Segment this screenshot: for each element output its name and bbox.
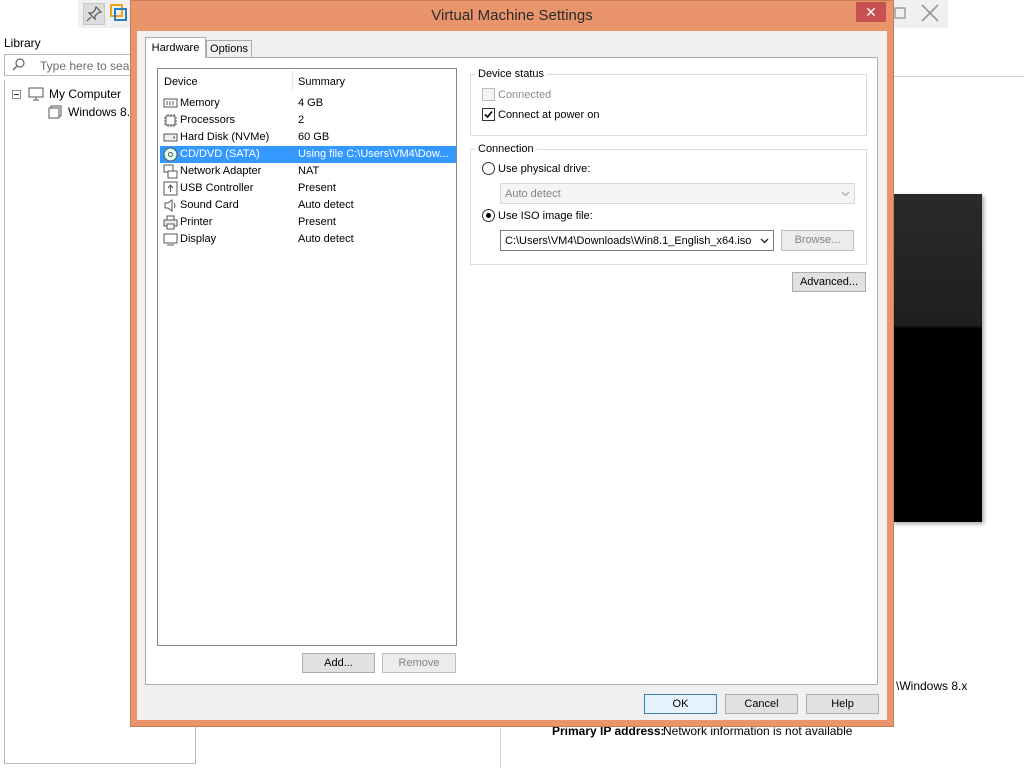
device-row-usb-controller[interactable]: USB Controller Present <box>160 180 456 197</box>
device-name: Display <box>180 233 217 245</box>
close-icon[interactable] <box>920 3 940 23</box>
divider <box>892 76 1024 77</box>
device-name: USB Controller <box>180 182 254 194</box>
pin-icon[interactable] <box>83 3 105 25</box>
chevron-down-icon <box>760 238 769 244</box>
device-summary: Auto detect <box>298 199 354 211</box>
device-row-memory[interactable]: Memory 4 GB <box>160 95 456 112</box>
device-summary: Using file C:\Users\VM4\Dow... <box>298 148 449 160</box>
device-name: Hard Disk (NVMe) <box>180 131 270 143</box>
library-title: Library <box>4 36 41 50</box>
hard-disk-icon <box>163 130 178 145</box>
checkmark-icon <box>484 110 493 119</box>
usb-icon <box>163 181 178 196</box>
cancel-button[interactable]: Cancel <box>725 694 798 714</box>
vm-icon <box>48 105 62 119</box>
device-summary: Present <box>298 182 336 194</box>
connection-title: Connection <box>475 143 537 155</box>
device-summary: 4 GB <box>298 97 324 109</box>
network-adapter-icon <box>163 164 178 179</box>
computer-icon <box>28 87 44 101</box>
remove-device-button[interactable]: Remove <box>382 653 456 673</box>
vm-screen-thumbnail[interactable] <box>892 194 982 522</box>
physical-drive-select[interactable]: Auto detect <box>500 183 855 204</box>
advanced-button[interactable]: Advanced... <box>792 272 866 292</box>
device-summary: Auto detect <box>298 233 354 245</box>
device-summary: 2 <box>298 114 305 126</box>
use-physical-drive-label: Use physical drive: <box>498 163 591 175</box>
processor-icon <box>163 113 178 128</box>
vmware-logo-icon <box>110 4 128 22</box>
device-summary: NAT <box>298 165 320 177</box>
device-summary: 60 GB <box>298 131 330 143</box>
device-status-title: Device status <box>475 68 548 80</box>
memory-icon <box>163 96 178 111</box>
device-row-printer[interactable]: Printer Present <box>160 214 456 231</box>
browse-button[interactable]: Browse... <box>781 230 854 251</box>
add-device-button[interactable]: Add... <box>302 653 375 673</box>
device-row-display[interactable]: Display Auto detect <box>160 231 456 248</box>
physical-drive-value: Auto detect <box>505 188 561 200</box>
library-search-placeholder: Type here to sear <box>40 59 134 73</box>
device-row-cd-dvd[interactable]: CD/DVD (SATA) Using file C:\Users\VM4\Do… <box>160 146 456 163</box>
device-status-group <box>470 74 867 136</box>
iso-path-value: C:\Users\VM4\Downloads\Win8.1_English_x6… <box>505 235 752 247</box>
use-physical-drive-radio[interactable] <box>482 162 495 175</box>
device-row-network-adapter[interactable]: Network Adapter NAT <box>160 163 456 180</box>
dialog-title: Virtual Machine Settings <box>431 7 593 24</box>
iso-path-combobox[interactable]: C:\Users\VM4\Downloads\Win8.1_English_x6… <box>500 230 774 251</box>
monitor-icon <box>163 232 178 247</box>
speaker-icon <box>163 198 178 213</box>
connect-at-power-on-label: Connect at power on <box>498 109 600 121</box>
help-button[interactable]: Help <box>806 694 879 714</box>
device-name: Memory <box>180 97 220 109</box>
printer-icon <box>163 215 178 230</box>
chevron-down-icon <box>841 191 850 197</box>
device-row-processors[interactable]: Processors 2 <box>160 112 456 129</box>
device-name: Printer <box>180 216 213 228</box>
maximize-icon[interactable] <box>893 5 907 21</box>
device-row-sound-card[interactable]: Sound Card Auto detect <box>160 197 456 214</box>
vm-config-path: \Windows 8.x <box>896 679 968 693</box>
tree-collapse-icon[interactable] <box>12 90 21 99</box>
ok-button[interactable]: OK <box>644 694 717 714</box>
dialog-close-button[interactable]: ✕ <box>856 2 886 22</box>
tab-options[interactable]: Options <box>206 40 252 58</box>
column-separator[interactable] <box>292 71 293 91</box>
connected-label: Connected <box>498 89 552 101</box>
use-iso-image-label: Use ISO image file: <box>498 210 593 222</box>
device-name: CD/DVD (SATA) <box>180 148 260 160</box>
divider <box>500 728 501 768</box>
tree-item-my-computer[interactable]: My Computer <box>49 87 121 101</box>
connected-checkbox[interactable] <box>482 88 495 101</box>
device-name: Processors <box>180 114 236 126</box>
device-row-hard-disk[interactable]: Hard Disk (NVMe) 60 GB <box>160 129 456 146</box>
device-summary: Present <box>298 216 336 228</box>
cd-dvd-icon <box>163 147 178 162</box>
use-iso-image-radio[interactable] <box>482 209 495 222</box>
tab-hardware[interactable]: Hardware <box>145 37 206 58</box>
column-header-summary[interactable]: Summary <box>298 76 345 88</box>
device-name: Sound Card <box>180 199 239 211</box>
column-header-device[interactable]: Device <box>164 76 198 88</box>
tree-item-windows-vm[interactable]: Windows 8. <box>68 105 130 119</box>
device-name: Network Adapter <box>180 165 262 177</box>
search-icon <box>12 57 26 71</box>
connect-at-power-on-checkbox[interactable] <box>482 108 495 121</box>
